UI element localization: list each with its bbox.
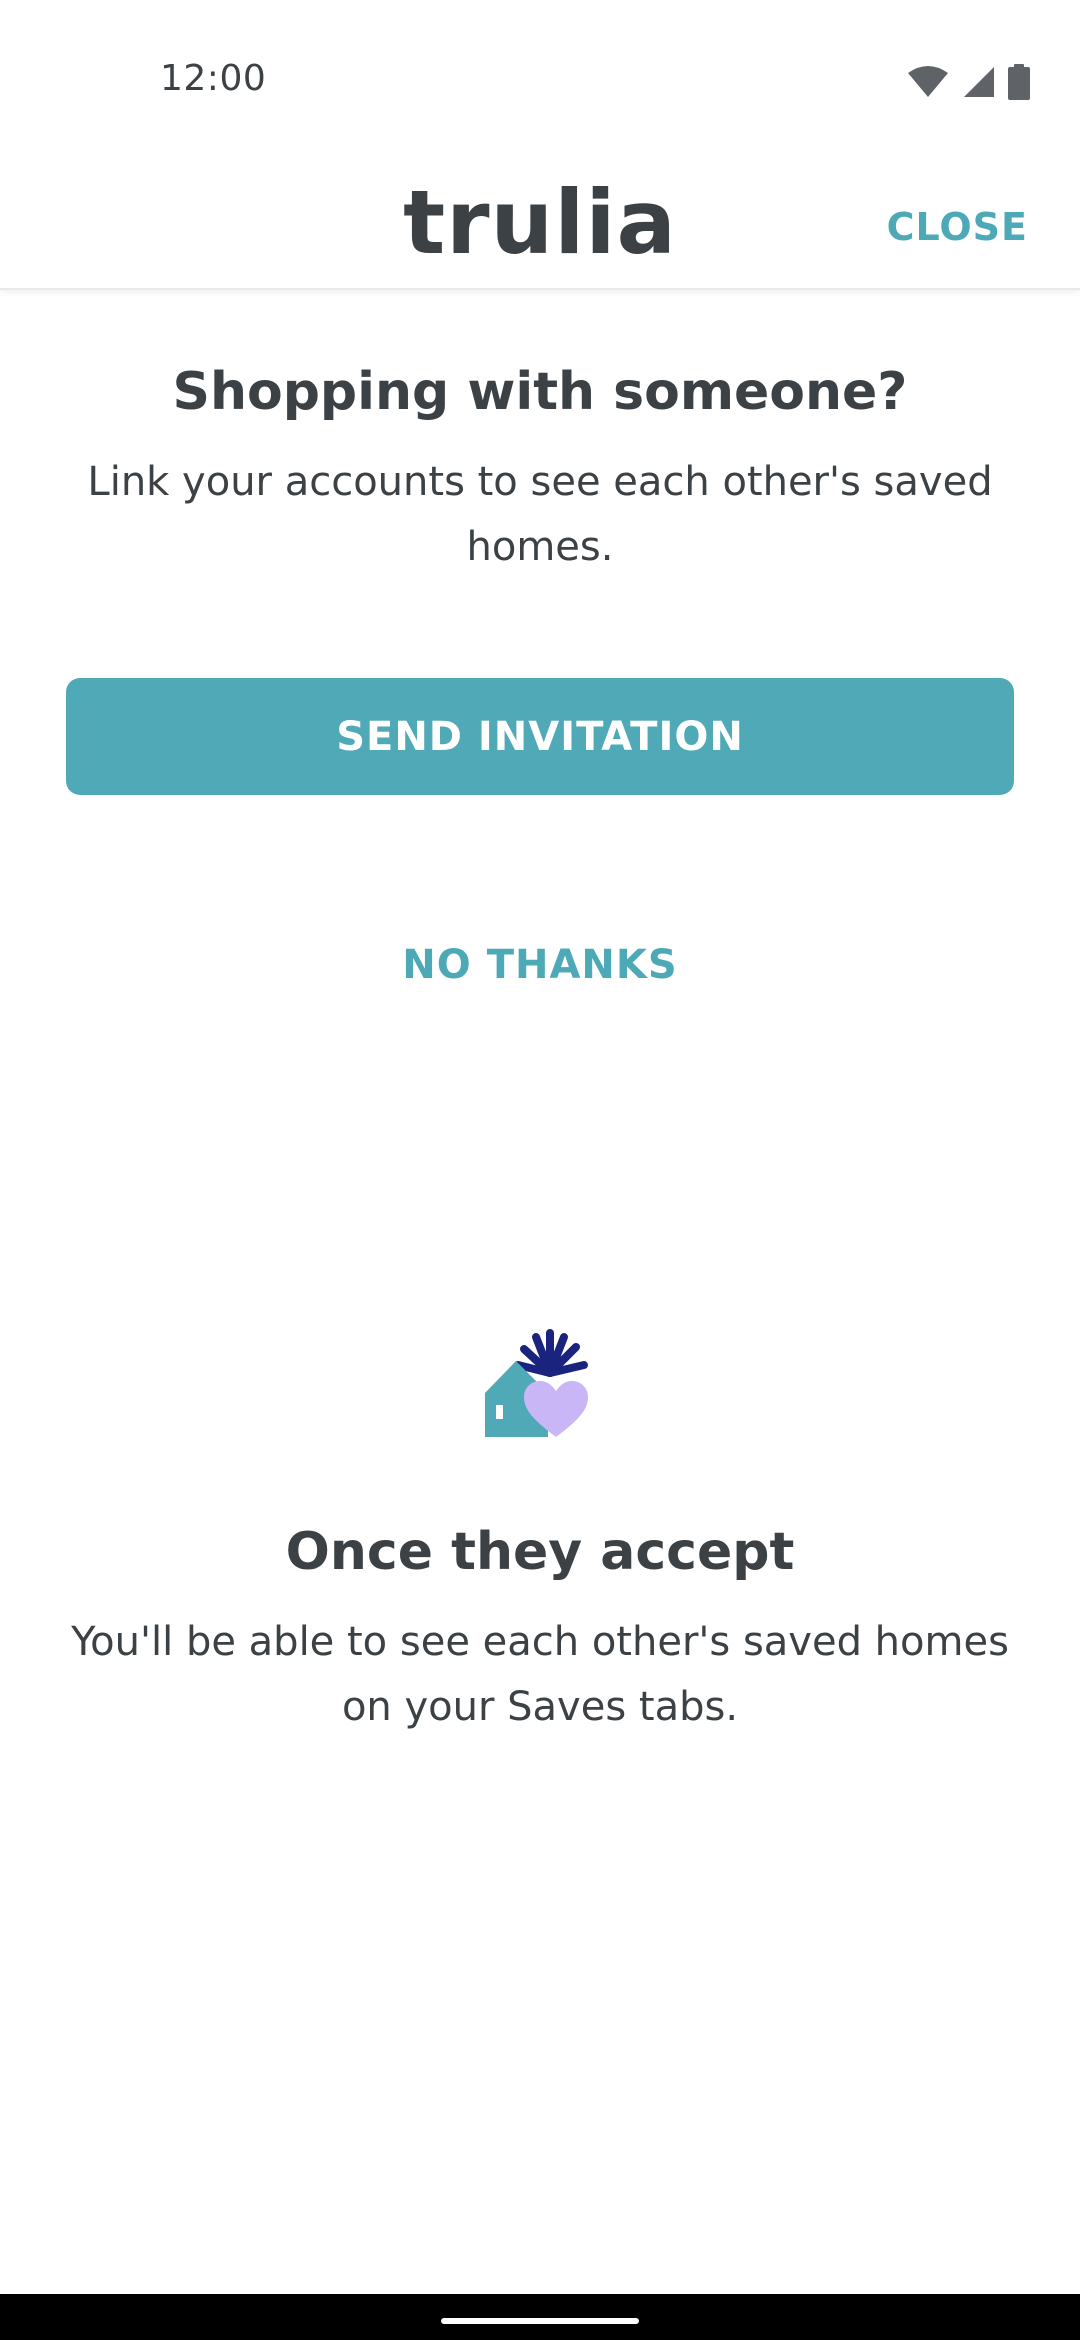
invite-description: Link your accounts to see each other's s… [87,459,993,570]
app-header: trulia CLOSE [0,165,1080,290]
close-button[interactable]: CLOSE [887,187,1028,267]
send-invitation-button[interactable]: SEND INVITATION [66,678,1014,795]
navigation-bar [0,2294,1080,2340]
status-icons [906,62,1030,102]
no-thanks-button[interactable]: NO THANKS [340,930,740,1000]
house-heart-icon [480,1325,600,1440]
battery-icon [1008,64,1030,100]
home-indicator[interactable] [441,2318,639,2324]
invite-title: Shopping with someone? [172,362,908,422]
status-bar: 12:00 [0,0,1080,165]
accept-title: Once they accept [285,1522,795,1582]
status-time: 12:00 [160,58,267,99]
wifi-icon [906,65,950,99]
accept-description: You'll be able to see each other's saved… [71,1619,1009,1730]
cell-signal-icon [962,65,996,99]
